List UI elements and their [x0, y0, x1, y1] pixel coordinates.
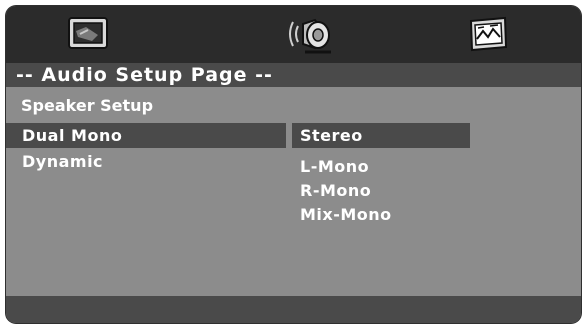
option-l-mono[interactable]: L-Mono: [292, 154, 470, 179]
osd-window: -- Audio Setup Page -- Speaker Setup Dua…: [6, 6, 581, 323]
speaker-icon: [289, 18, 331, 54]
option-stereo[interactable]: Stereo: [292, 123, 470, 148]
page-title: -- Audio Setup Page --: [16, 64, 273, 86]
menu-item-dual-mono[interactable]: Dual Mono: [6, 123, 286, 148]
page-title-bar: -- Audio Setup Page --: [6, 63, 581, 87]
picture-frame-icon: [469, 16, 508, 52]
tab-video[interactable]: [62, 12, 114, 56]
tab-bar: [6, 6, 581, 63]
option-mix-mono[interactable]: Mix-Mono: [292, 202, 470, 227]
section-title: Speaker Setup: [21, 96, 154, 115]
menu-item-dynamic[interactable]: Dynamic: [6, 149, 286, 174]
monitor-icon: [68, 17, 108, 49]
tab-audio[interactable]: [285, 12, 337, 56]
tab-preference[interactable]: [462, 12, 514, 56]
footer-bar: [6, 296, 581, 323]
option-r-mono[interactable]: R-Mono: [292, 178, 470, 203]
